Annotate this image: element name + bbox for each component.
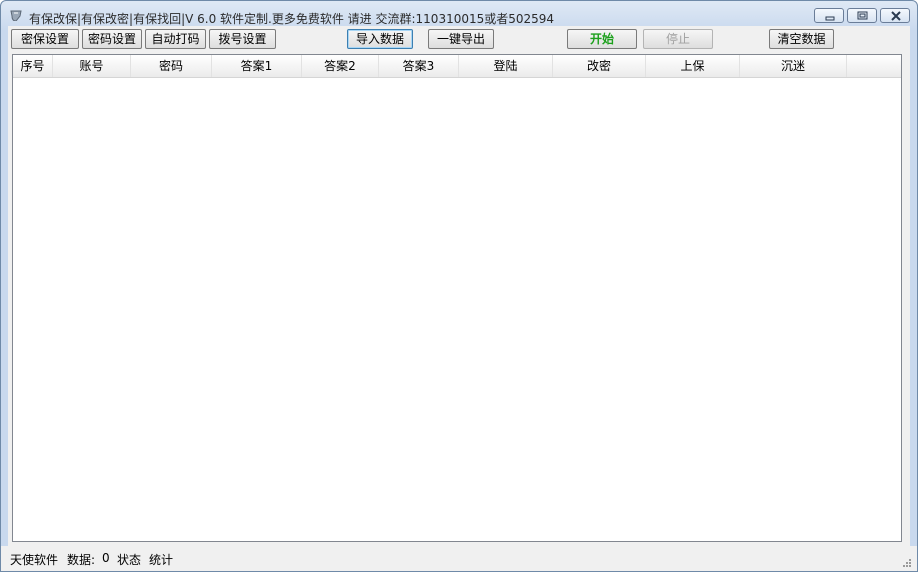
- maximize-button[interactable]: [847, 8, 877, 23]
- dial-settings-button[interactable]: 拨号设置: [209, 29, 276, 49]
- status-bar: 天使软件 数据: 0 状态 统计: [1, 546, 917, 571]
- clear-data-button[interactable]: 清空数据: [769, 29, 834, 49]
- column-header-answer1[interactable]: 答案1: [212, 55, 302, 77]
- status-brand: 天使软件: [10, 553, 59, 567]
- stop-button[interactable]: 停止: [643, 29, 713, 49]
- column-header-account[interactable]: 账号: [53, 55, 131, 77]
- password-settings-button[interactable]: 密码设置: [82, 29, 142, 49]
- status-stats-label: 统计: [149, 553, 174, 567]
- auto-captcha-button[interactable]: 自动打码: [145, 29, 206, 49]
- column-header-index[interactable]: 序号: [13, 55, 53, 77]
- window-title: 有保改保|有保改密|有保找回|V 6.0 软件定制.更多免费软件 请进 交流群:…: [29, 12, 555, 26]
- account-table[interactable]: 序号 账号 密码 答案1 答案2 答案3 登陆 改密 上保 沉迷: [12, 54, 902, 542]
- start-button[interactable]: 开始: [567, 29, 637, 49]
- mibao-settings-button[interactable]: 密保设置: [11, 29, 79, 49]
- close-button[interactable]: [880, 8, 910, 23]
- column-header-change-password[interactable]: 改密: [553, 55, 646, 77]
- column-header-anti-addiction[interactable]: 沉迷: [740, 55, 847, 77]
- status-data-count: 0: [102, 551, 110, 565]
- close-icon: [891, 11, 901, 21]
- resize-grip-icon[interactable]: [901, 557, 911, 567]
- app-window: 有保改保|有保改密|有保找回|V 6.0 软件定制.更多免费软件 请进 交流群:…: [0, 0, 918, 572]
- app-icon: [10, 10, 22, 21]
- one-click-export-button[interactable]: 一键导出: [428, 29, 494, 49]
- column-header-password[interactable]: 密码: [131, 55, 212, 77]
- column-header-bind-security[interactable]: 上保: [646, 55, 740, 77]
- column-header-answer3[interactable]: 答案3: [379, 55, 459, 77]
- minimize-icon: [825, 16, 835, 21]
- column-header-answer2[interactable]: 答案2: [302, 55, 379, 77]
- status-data-label: 数据:: [67, 553, 96, 567]
- minimize-button[interactable]: [814, 8, 844, 23]
- maximize-icon: [857, 11, 868, 20]
- status-state-label: 状态: [117, 553, 142, 567]
- column-header-login[interactable]: 登陆: [459, 55, 553, 77]
- import-data-button[interactable]: 导入数据: [347, 29, 413, 49]
- table-header: 序号 账号 密码 答案1 答案2 答案3 登陆 改密 上保 沉迷: [13, 55, 901, 78]
- client-area: 密保设置 密码设置 自动打码 拨号设置 导入数据 一键导出 开始 停止 清空数据…: [8, 26, 910, 546]
- title-bar[interactable]: 有保改保|有保改密|有保找回|V 6.0 软件定制.更多免费软件 请进 交流群:…: [1, 1, 917, 27]
